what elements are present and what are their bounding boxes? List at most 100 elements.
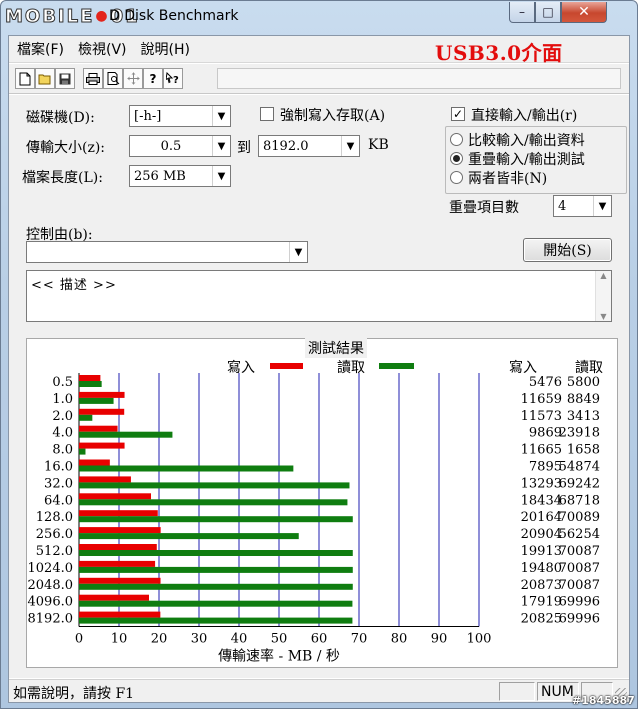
chevron-down-icon: ▼ <box>593 196 611 216</box>
logo-dot: ● <box>95 8 110 24</box>
print-preview-icon[interactable] <box>103 68 123 89</box>
x-tick-label: 40 <box>231 632 248 647</box>
help-icon[interactable]: ? <box>143 68 163 89</box>
category-label: 4.0 <box>52 426 73 441</box>
category-label: 2048.0 <box>28 578 74 593</box>
radio-overlapped-io[interactable] <box>450 152 463 165</box>
drive-select[interactable]: [-h-] ▼ <box>129 105 231 127</box>
file-length-label: 檔案長度(L): <box>22 170 103 186</box>
column-header-read: 讀取 <box>575 360 603 376</box>
bar-write <box>79 577 161 584</box>
category-label: 8.0 <box>52 443 73 458</box>
description-box[interactable]: << 描述 >> ▲ ▼ <box>26 270 612 322</box>
value-read: 70087 <box>559 561 600 576</box>
value-write: 11665 <box>521 443 562 458</box>
transfer-from-value: 0.5 <box>160 138 182 154</box>
print-icon[interactable] <box>83 68 103 89</box>
scroll-down-icon[interactable]: ▼ <box>600 312 606 321</box>
title-bar[interactable]: MOBILE ● 01 D Disk Benchmark – □ ✕ <box>1 1 637 35</box>
maximize-button[interactable]: □ <box>535 2 561 23</box>
description-scrollbar[interactable]: ▲ ▼ <box>595 271 611 321</box>
x-tick-label: 60 <box>311 632 328 647</box>
chevron-down-icon: ▼ <box>212 106 230 126</box>
legend-read-label: 讀取 <box>337 360 365 376</box>
close-button[interactable]: ✕ <box>561 2 607 23</box>
queue-depth-value: 4 <box>558 198 567 214</box>
bar-write <box>79 391 125 398</box>
menu-bar: 檔案(F) 檢視(V) 說明(H) USB3.0介面 <box>9 36 629 65</box>
file-length-value: 256 MB <box>134 168 186 184</box>
settings-panel: 磁碟機(D): [-h-] ▼ 強制寫入存取(A) ✓ 直接輸入/輸出(r) 傳… <box>9 95 629 330</box>
menu-file[interactable]: 檔案(F) <box>17 39 64 59</box>
legend-write-swatch <box>270 363 303 369</box>
force-write-checkbox[interactable] <box>260 107 274 121</box>
context-help-icon[interactable]: ? <box>163 68 183 89</box>
client-area: 檔案(F) 檢視(V) 說明(H) USB3.0介面 ? ? 磁碟機(D): [… <box>8 35 630 703</box>
bar-write <box>79 527 161 534</box>
value-read: 56254 <box>559 527 600 542</box>
value-write: 20873 <box>521 578 562 593</box>
results-frame: 0 10 20 30 40 50 60 70 80 90 100 傳輸速率 - MB / 秒 0.5 54… <box>26 338 618 668</box>
file-length-select[interactable]: 256 MB ▼ <box>129 165 231 187</box>
results-title: 測試結果 <box>305 338 367 358</box>
bar-read <box>79 431 173 438</box>
category-label: 0.5 <box>52 375 73 390</box>
direct-io-checkbox[interactable]: ✓ <box>451 107 465 121</box>
chevron-down-icon: ▼ <box>212 136 230 156</box>
value-read: 70089 <box>559 510 600 525</box>
direct-io-label: 直接輸入/輸出(r) <box>471 108 578 124</box>
unit-label: KB <box>368 137 389 153</box>
usb-annotation: USB3.0介面 <box>435 41 563 65</box>
queue-depth-select[interactable]: 4 ▼ <box>553 195 612 217</box>
bar-read <box>79 583 353 590</box>
transfer-to-select[interactable]: 8192.0 ▼ <box>258 135 360 157</box>
toolbar-spacer <box>217 68 621 89</box>
x-tick-label: 10 <box>111 632 128 647</box>
value-write: 7895 <box>529 460 562 475</box>
new-file-icon[interactable] <box>15 68 35 89</box>
category-label: 4096.0 <box>28 595 74 610</box>
value-write: 19913 <box>521 544 562 559</box>
legend-write-label: 寫入 <box>227 360 255 376</box>
minimize-button[interactable]: – <box>509 2 535 23</box>
controlled-by-select[interactable]: ▼ <box>26 241 308 263</box>
move-icon[interactable] <box>123 68 143 89</box>
category-label: 8192.0 <box>28 612 74 627</box>
scroll-up-icon[interactable]: ▲ <box>600 271 606 280</box>
description-text: << 描述 >> <box>31 278 117 293</box>
category-label: 32.0 <box>44 476 73 491</box>
value-write: 11573 <box>521 409 562 424</box>
value-read: 8849 <box>567 392 600 407</box>
bar-read <box>79 499 348 506</box>
bar-write <box>79 544 157 550</box>
bar-read <box>79 566 353 573</box>
bar-write <box>79 408 125 415</box>
save-icon[interactable] <box>55 68 75 89</box>
status-panel-blank <box>499 682 535 701</box>
value-read: 54874 <box>559 460 600 475</box>
minimize-icon: – <box>519 5 525 19</box>
radio-compare-io[interactable] <box>450 133 463 146</box>
legend-read-swatch <box>379 363 414 369</box>
open-folder-icon[interactable] <box>35 68 55 89</box>
transfer-from-select[interactable]: 0.5 ▼ <box>129 135 231 157</box>
window-title: D Disk Benchmark <box>109 8 239 24</box>
value-write: 17919 <box>521 595 562 610</box>
bar-read <box>79 381 102 387</box>
category-label: 1.0 <box>52 392 73 407</box>
radio-neither[interactable] <box>450 171 463 184</box>
start-button[interactable]: 開始(S) <box>523 238 612 262</box>
drive-label: 磁碟機(D): <box>26 110 95 126</box>
bar-write <box>79 594 149 601</box>
radio-selected-dot <box>453 155 460 162</box>
value-read: 23918 <box>559 426 600 441</box>
logo-text-left: MOBILE <box>4 5 95 27</box>
value-write: 5476 <box>529 375 562 390</box>
value-read: 5800 <box>567 375 600 390</box>
menu-view[interactable]: 檢視(V) <box>78 39 127 59</box>
x-tick-label: 100 <box>467 632 492 647</box>
bar-read <box>79 550 353 556</box>
menu-help[interactable]: 說明(H) <box>141 39 190 59</box>
value-write: 20904 <box>521 527 562 542</box>
toolbar: ? ? <box>9 64 629 94</box>
